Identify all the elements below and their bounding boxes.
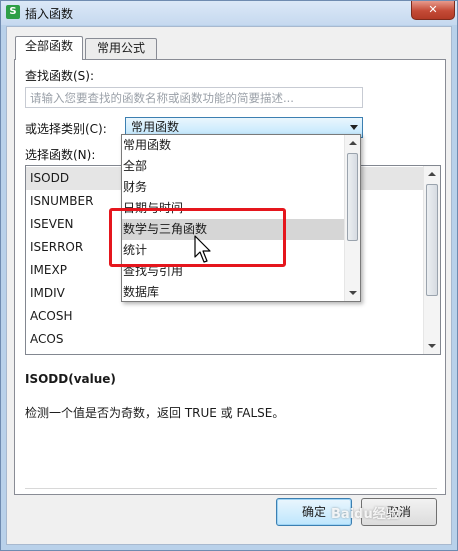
scroll-down-button[interactable] (345, 284, 360, 301)
arrow-down-icon (349, 291, 357, 295)
category-option[interactable]: 数据库 (122, 282, 344, 301)
function-list-scrollbar[interactable] (423, 166, 440, 354)
function-description: 检测一个值是否为奇数，返回 TRUE 或 FALSE。 (25, 406, 285, 420)
dropdown-scrollbar[interactable] (344, 135, 360, 301)
category-option[interactable]: 常用函数 (122, 135, 344, 156)
search-label: 查找函数(S): (25, 69, 95, 83)
search-input[interactable] (25, 87, 363, 108)
scroll-down-button[interactable] (424, 337, 440, 354)
arrow-up-icon (349, 141, 357, 145)
category-option[interactable]: 财务 (122, 177, 344, 198)
function-item[interactable]: ACOS (30, 328, 420, 351)
category-label: 或选择类别(C): (25, 122, 107, 136)
wps-spreadsheet-icon: S (6, 5, 20, 19)
close-icon: ✕ (428, 3, 438, 16)
function-item[interactable]: ACOSH (30, 305, 420, 328)
tab-all-functions[interactable]: 全部函数 (15, 36, 83, 60)
insert-function-dialog: S 插入函数 ✕ 全部函数 常用公式 查找函数(S): 或选择类别(C): 常用… (0, 0, 458, 551)
arrow-up-icon (428, 172, 436, 176)
scrollbar-thumb[interactable] (426, 184, 438, 296)
function-signature: ISODD(value) (25, 372, 116, 386)
scrollbar-thumb[interactable] (347, 153, 358, 241)
close-button[interactable]: ✕ (411, 1, 455, 20)
chevron-down-icon (350, 125, 358, 130)
scroll-up-button[interactable] (424, 166, 440, 183)
category-value: 常用函数 (131, 120, 180, 134)
divider (25, 488, 437, 489)
function-list-label: 选择函数(N): (25, 148, 96, 162)
mouse-pointer-icon (194, 235, 211, 263)
tab-common-formulas[interactable]: 常用公式 (85, 38, 157, 59)
scroll-up-button[interactable] (345, 135, 360, 152)
watermark: Baidu经验 (331, 507, 399, 522)
arrow-down-icon (428, 344, 436, 348)
window-title: 插入函数 (25, 7, 74, 21)
category-option[interactable]: 全部 (122, 156, 344, 177)
title-bar[interactable]: S 插入函数 ✕ (1, 1, 457, 25)
